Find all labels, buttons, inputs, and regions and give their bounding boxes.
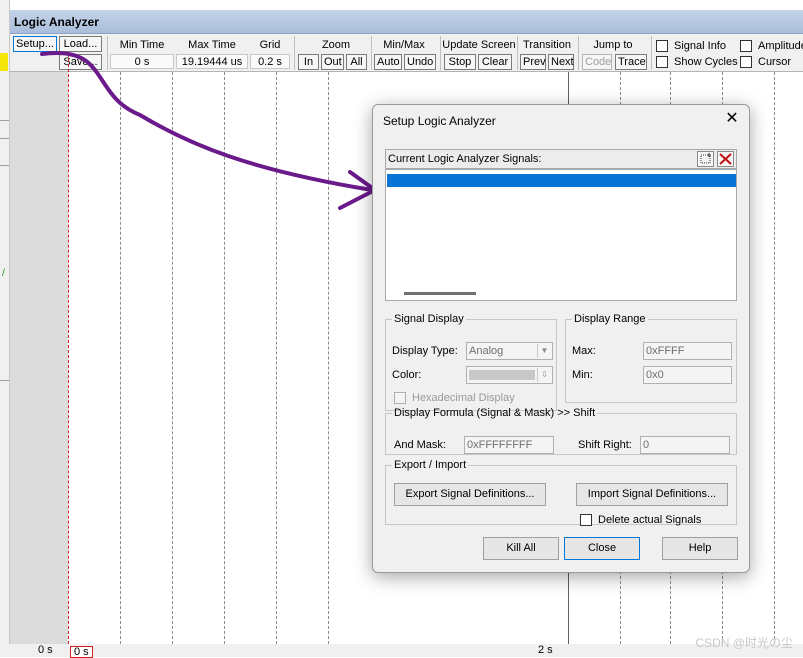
signals-label: Current Logic Analyzer Signals: bbox=[388, 153, 542, 165]
shift-right-input[interactable]: 0 bbox=[640, 436, 730, 454]
shift-right-label: Shift Right: bbox=[578, 439, 632, 451]
color-label: Color: bbox=[392, 369, 422, 381]
import-definitions-button[interactable]: Import Signal Definitions... bbox=[576, 483, 728, 506]
dialog-title: Setup Logic Analyzer bbox=[383, 114, 496, 128]
help-button[interactable]: Help bbox=[662, 537, 738, 560]
max-label: Max: bbox=[572, 345, 596, 357]
signal-display-legend: Signal Display bbox=[394, 313, 464, 325]
and-mask-label: And Mask: bbox=[394, 439, 446, 451]
delete-signals-checkbox[interactable] bbox=[580, 514, 592, 526]
signals-list[interactable] bbox=[385, 169, 737, 301]
display-formula-legend: Display Formula (Signal & Mask) >> Shift bbox=[394, 407, 596, 419]
signal-display-group: Signal Display Display Type: Analog ▼ Co… bbox=[385, 313, 557, 411]
delete-signal-icon[interactable] bbox=[717, 151, 734, 167]
display-type-select[interactable]: Analog ▼ bbox=[466, 342, 553, 360]
max-input[interactable]: 0xFFFF bbox=[643, 342, 732, 360]
signals-header: Current Logic Analyzer Signals: bbox=[385, 149, 737, 169]
display-type-label: Display Type: bbox=[392, 345, 458, 357]
close-icon[interactable]: ✕ bbox=[721, 109, 743, 131]
color-select[interactable]: ⇩ bbox=[466, 366, 553, 384]
export-definitions-button[interactable]: Export Signal Definitions... bbox=[394, 483, 546, 506]
new-signal-icon[interactable] bbox=[697, 151, 714, 167]
export-import-legend: Export / Import bbox=[394, 459, 467, 471]
delete-signals-label: Delete actual Signals bbox=[598, 514, 702, 526]
display-formula-group: Display Formula (Signal & Mask) >> Shift… bbox=[385, 407, 737, 455]
min-input[interactable]: 0x0 bbox=[643, 366, 732, 384]
display-range-legend: Display Range bbox=[574, 313, 646, 325]
hex-display-label: Hexadecimal Display bbox=[412, 392, 515, 404]
color-swatch bbox=[469, 370, 535, 380]
chevron-down-icon: ▼ bbox=[537, 344, 551, 358]
chevron-down-icon: ⇩ bbox=[537, 368, 551, 382]
and-mask-input[interactable]: 0xFFFFFFFF bbox=[464, 436, 554, 454]
horizontal-scrollbar[interactable] bbox=[404, 292, 476, 295]
min-label: Min: bbox=[572, 369, 593, 381]
selected-signal-row[interactable] bbox=[387, 174, 736, 187]
display-range-group: Display Range Max: 0xFFFF Min: 0x0 bbox=[565, 313, 737, 403]
watermark: CSDN @时光の尘 bbox=[695, 636, 793, 650]
close-button[interactable]: Close bbox=[564, 537, 640, 560]
export-import-group: Export / Import Export Signal Definition… bbox=[385, 459, 737, 526]
setup-dialog: Setup Logic Analyzer ✕ Current Logic Ana… bbox=[372, 104, 750, 573]
hex-display-checkbox[interactable] bbox=[394, 392, 406, 404]
kill-all-button[interactable]: Kill All bbox=[483, 537, 559, 560]
display-type-value: Analog bbox=[469, 345, 504, 357]
